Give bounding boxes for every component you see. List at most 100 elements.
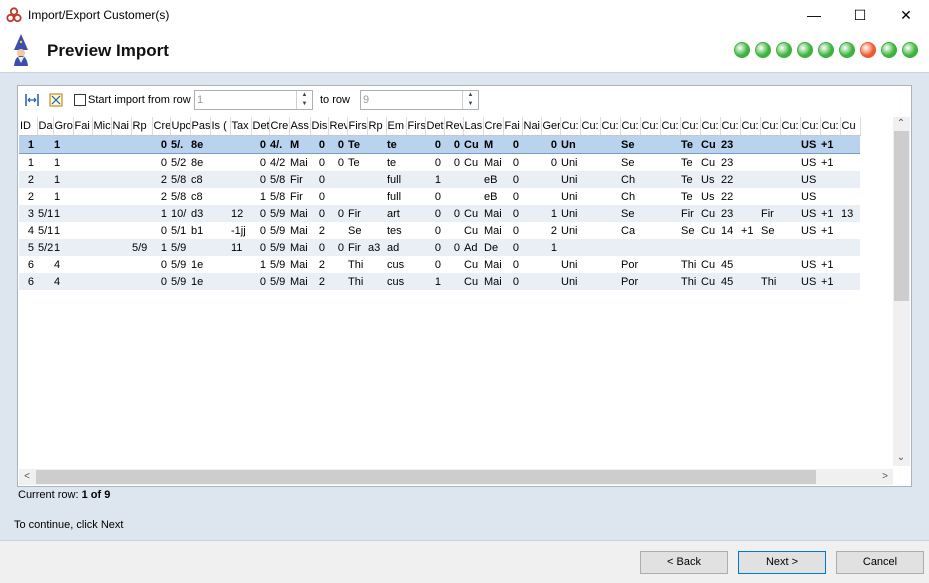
auto-size-icon[interactable] <box>48 92 64 108</box>
column-header[interactable]: Da <box>37 117 54 136</box>
up-arrow-icon[interactable]: ▲ <box>463 91 478 100</box>
down-arrow-icon[interactable]: ▼ <box>463 100 478 109</box>
table-cell: 0 <box>310 135 328 154</box>
column-header[interactable]: Det <box>425 117 445 136</box>
scroll-left-icon[interactable]: < <box>19 470 35 484</box>
column-header[interactable]: Tax <box>230 117 252 136</box>
column-header[interactable]: Cre <box>269 117 290 136</box>
column-header[interactable]: Cu: <box>640 117 661 136</box>
table-cell <box>73 153 92 171</box>
table-cell <box>541 273 560 290</box>
column-header[interactable]: Las <box>463 117 484 136</box>
wizard-footer: < Back Next > Cancel <box>0 540 929 583</box>
column-header[interactable]: Is ( <box>210 117 231 136</box>
table-cell <box>840 239 860 256</box>
minimize-button[interactable]: — <box>791 0 837 30</box>
scroll-up-icon[interactable]: ⌃ <box>893 117 909 131</box>
column-header[interactable]: Cu: <box>780 117 801 136</box>
table-row[interactable]: 3 5/1 1 1 10/d3 12 0 5/9 Mai 0 0 Fir art 0 0 Cu Mai 0 1 Uni… <box>19 205 860 222</box>
up-arrow-icon[interactable]: ▲ <box>297 91 312 100</box>
table-cell: 0 <box>503 273 522 290</box>
maximize-button[interactable]: ☐ <box>837 0 883 30</box>
column-header[interactable]: Cu: <box>760 117 781 136</box>
horizontal-scrollbar[interactable]: < > <box>19 469 893 485</box>
back-button[interactable]: < Back <box>640 551 728 574</box>
to-row-stepper[interactable]: ▲▼ <box>360 90 479 110</box>
table-cell <box>210 239 230 256</box>
down-arrow-icon[interactable]: ▼ <box>297 100 312 109</box>
column-header[interactable]: Rev <box>328 117 348 136</box>
column-header[interactable]: Cre <box>152 117 171 136</box>
column-header[interactable]: Cu: <box>680 117 701 136</box>
table-row[interactable]: 5 5/2 1 5/9 1 5/9 11 0 5/9 Mai 0 0 Fir a3 ad 0 0 Ad De 0 1 <box>19 239 860 256</box>
table-row[interactable]: 2 1 2 5/8 c8 0 5/8 Fir 0 full 1 eB 0 Uni Ch Te Us 22 US <box>19 171 860 188</box>
column-header[interactable]: Cu: <box>620 117 641 136</box>
step-dot <box>776 42 792 58</box>
table-cell: d3 <box>190 205 210 222</box>
horizontal-scroll-thumb[interactable] <box>36 470 816 484</box>
table-cell: 1 <box>53 171 73 188</box>
table-row[interactable]: 6 4 0 5/9 1e 1 5/9 Mai 2 Thi cus 0 Cu Mai 0 Uni Por Thi Cu… <box>19 256 860 273</box>
column-header[interactable]: Nai <box>111 117 132 136</box>
column-header[interactable]: Upc <box>170 117 191 136</box>
table-row[interactable]: 1 1 0 5/. 8e 0 4/. M 0 0 Te te 0 0 Cu M 0 0 Un Se Te Cu 23 US +1 <box>19 135 860 154</box>
column-header[interactable]: Det <box>251 117 270 136</box>
from-row-input[interactable] <box>197 93 293 107</box>
column-header[interactable]: Ass <box>289 117 311 136</box>
column-header[interactable]: Cu: <box>560 117 581 136</box>
column-header[interactable]: Cu: <box>800 117 821 136</box>
table-cell: 0 <box>328 153 347 171</box>
table-cell <box>760 171 780 188</box>
table-cell: 4 <box>53 256 73 273</box>
column-header[interactable]: Dis <box>310 117 329 136</box>
next-button[interactable]: Next > <box>738 551 826 574</box>
vertical-scroll-thumb[interactable] <box>894 131 909 301</box>
table-row[interactable]: 1 1 0 5/2 8e 0 4/2 Mai 0 0 Te te 0 0 Cu Mai 0 0 Uni Se Te Cu 2… <box>19 153 860 171</box>
column-header[interactable]: Rp <box>131 117 153 136</box>
column-header[interactable]: Cu: <box>580 117 601 136</box>
scroll-right-icon[interactable]: > <box>877 470 893 484</box>
column-header[interactable]: Pas <box>190 117 211 136</box>
preview-grid[interactable]: ID Da Gro Fai Mic Nai Rp Cre Upc Pas Is (Tax Det Cre… <box>19 117 893 457</box>
table-cell: 0 <box>541 153 560 171</box>
table-cell: 2 <box>310 222 328 239</box>
column-header[interactable]: Nai <box>522 117 542 136</box>
column-header[interactable]: Cu: <box>740 117 761 136</box>
column-header[interactable]: Cre <box>483 117 504 136</box>
column-header[interactable]: Cu: <box>700 117 721 136</box>
column-header[interactable]: Em <box>386 117 407 136</box>
table-cell: Cu <box>463 135 483 154</box>
column-header[interactable]: Gro <box>53 117 74 136</box>
table-cell <box>660 222 680 239</box>
table-row[interactable]: 2 1 2 5/8 c8 1 5/8 Fir 0 full 0 eB 0 Uni Ch Te Us 22 US <box>19 188 860 205</box>
column-header[interactable]: Fai <box>503 117 523 136</box>
fit-columns-icon[interactable] <box>24 92 40 108</box>
table-row[interactable]: 4 5/1 1 0 5/1 b1 -1jj 0 5/9 Mai 2 Se tes 0 Cu Mai 0 2 Uni C… <box>19 222 860 239</box>
table-cell <box>92 256 111 273</box>
column-header[interactable]: Cu <box>840 117 861 136</box>
vertical-scrollbar[interactable]: ⌃ ⌄ <box>893 117 910 466</box>
column-header[interactable]: Mic <box>92 117 112 136</box>
table-cell <box>347 188 367 205</box>
cancel-button[interactable]: Cancel <box>836 551 924 574</box>
step-dot <box>755 42 771 58</box>
column-header[interactable]: Rev <box>444 117 464 136</box>
column-header[interactable]: Cu: <box>660 117 681 136</box>
table-cell: Uni <box>560 171 580 188</box>
from-row-stepper[interactable]: ▲▼ <box>194 90 313 110</box>
column-header[interactable]: Ger <box>541 117 561 136</box>
column-header[interactable]: Firs <box>406 117 426 136</box>
column-header[interactable]: Cu: <box>720 117 741 136</box>
column-header[interactable]: Cu: <box>600 117 621 136</box>
column-header[interactable]: Fai <box>73 117 93 136</box>
scroll-down-icon[interactable]: ⌄ <box>893 451 909 465</box>
close-button[interactable]: ✕ <box>883 0 929 30</box>
column-header[interactable]: Firs <box>347 117 368 136</box>
column-header[interactable]: Rp <box>367 117 387 136</box>
column-header[interactable]: ID <box>19 117 38 136</box>
start-from-row-checkbox[interactable] <box>74 94 86 106</box>
table-cell: 5/9 <box>170 239 190 256</box>
to-row-input[interactable] <box>363 93 459 107</box>
column-header[interactable]: Cu: <box>820 117 841 136</box>
table-row[interactable]: 6 4 0 5/9 1e 0 5/9 Mai 2 Thi cus 1 Cu Mai 0 Uni Por Thi Cu… <box>19 273 860 290</box>
